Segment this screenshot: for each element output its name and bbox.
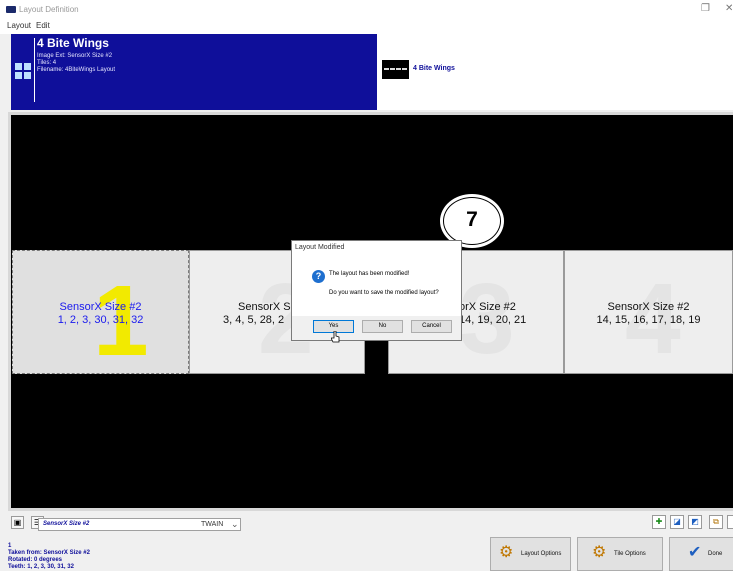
step-number: 7	[466, 208, 478, 231]
layout-header: 4 Bite Wings Image Ext: SensorX Size #2 …	[11, 34, 377, 110]
restore-button[interactable]: ❐	[701, 3, 710, 14]
sensor-select[interactable]: SensorX Size #2 TWAIN ⌄	[38, 518, 241, 531]
layout-modified-dialog: Layout Modified ? The layout has been mo…	[291, 240, 462, 341]
tile-1[interactable]: 1 SensorX Size #2 1, 2, 3, 30, 31, 32	[12, 250, 189, 374]
cancel-button[interactable]: Cancel	[411, 320, 452, 333]
scanner-icon[interactable]: ▣	[11, 516, 24, 529]
tile-sensor: SensorX Size #2	[607, 301, 690, 313]
menu-bar: Layout Edit	[0, 20, 733, 34]
preview-label: 4 Bite Wings	[413, 65, 455, 72]
menu-edit[interactable]: Edit	[36, 21, 50, 30]
bottom-toolbar: ▣ ☰ SensorX Size #2 TWAIN ⌄ ✚ ◪ ◩ ⧉ 1 Ta…	[0, 511, 733, 571]
tile-options-button[interactable]: ⚙ Tile Options	[577, 537, 663, 571]
dialog-titlebar: Layout Modified	[292, 241, 461, 254]
settings-icon: ⚙	[592, 544, 607, 561]
more-icon[interactable]	[727, 515, 733, 529]
tiles-icon	[15, 63, 31, 79]
no-button[interactable]: No	[362, 320, 403, 333]
title-bar: Layout Definition ❐ ✕	[0, 0, 733, 20]
tile-right-icon[interactable]: ◪	[670, 515, 684, 529]
layout-thumbnail	[382, 60, 409, 79]
tile-teeth: 14, 19, 20, 21	[459, 314, 527, 326]
settings-icon: ⚙	[499, 544, 514, 561]
tile-info: 1 Taken from: SensorX Size #2 Rotated: 0…	[8, 543, 90, 571]
question-icon: ?	[312, 270, 325, 283]
menu-layout[interactable]: Layout	[7, 21, 31, 30]
app-icon	[6, 6, 16, 13]
dialog-body: ? The layout has been modified! Do you w…	[292, 254, 461, 316]
tile-info-source: Taken from: SensorX Size #2	[8, 550, 90, 556]
tile-teeth: 1, 2, 3, 30, 31, 32	[57, 314, 144, 326]
chevron-down-icon: ⌄	[231, 519, 239, 529]
tile-info-rotation: Rotated: 0 degrees	[8, 557, 63, 563]
dialog-message: The layout has been modified!	[329, 271, 410, 277]
sensor-select-value: SensorX Size #2	[43, 521, 90, 527]
tiles-count: Tiles: 4	[37, 60, 57, 66]
tile-4[interactable]: 4 SensorX Size #2 14, 15, 16, 17, 18, 19	[564, 250, 733, 374]
layout-options-button[interactable]: ⚙ Layout Options	[490, 537, 571, 571]
tile-info-teeth: Teeth: 1, 2, 3, 30, 31, 32	[8, 564, 74, 570]
dialog-question: Do you want to save the modified layout?	[329, 290, 439, 296]
layout-preview-panel: 4 Bite Wings	[377, 34, 733, 110]
close-button[interactable]: ✕	[725, 3, 733, 14]
layout-title: 4 Bite Wings	[37, 36, 109, 50]
add-tile-icon[interactable]: ✚	[652, 515, 666, 529]
tile-sensor: orX Size #2	[459, 301, 516, 313]
tile-info-number: 1	[8, 543, 12, 549]
image-ext: Image Ext: SensorX Size #2	[37, 53, 113, 59]
tile-sensor: SensorX Size #2	[59, 301, 142, 313]
window-title: Layout Definition	[19, 5, 79, 14]
driver-label: TWAIN	[201, 521, 224, 528]
checkmark-icon: ✔	[688, 544, 702, 561]
cursor-icon	[331, 331, 340, 343]
tile-gap-dark	[365, 340, 388, 374]
header-divider	[34, 38, 35, 102]
copy-tile-icon[interactable]: ⧉	[709, 515, 723, 529]
done-button[interactable]: ✔ Done	[669, 537, 733, 571]
tile-down-icon[interactable]: ◩	[688, 515, 702, 529]
dialog-title: Layout Modified	[295, 244, 345, 251]
tile-teeth: 14, 15, 16, 17, 18, 19	[596, 314, 701, 326]
filename: Filename: 4BiteWings Layout	[37, 67, 116, 73]
